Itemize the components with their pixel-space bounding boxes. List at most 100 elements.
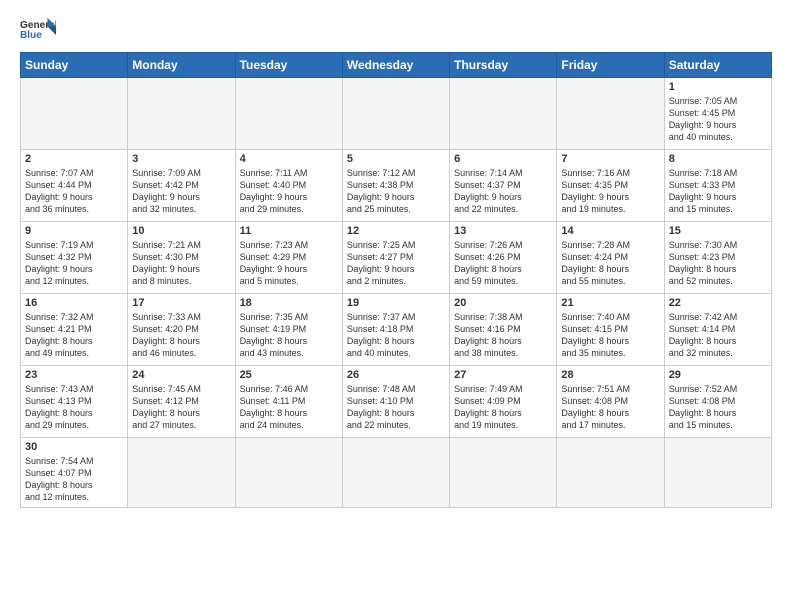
day-info: Sunrise: 7:43 AM Sunset: 4:13 PM Dayligh… <box>25 383 123 432</box>
calendar-week-row: 1Sunrise: 7:05 AM Sunset: 4:45 PM Daylig… <box>21 78 772 150</box>
day-info: Sunrise: 7:40 AM Sunset: 4:15 PM Dayligh… <box>561 311 659 360</box>
day-number: 9 <box>25 225 123 237</box>
day-number: 27 <box>454 369 552 381</box>
calendar-cell: 3 Sunrise: 7:09 AM Sunset: 4:42 PM Daylig… <box>128 150 235 222</box>
col-header-sunday: Sunday <box>21 53 128 78</box>
calendar-cell: 20 Sunrise: 7:38 AM Sunset: 4:16 PM Dayli… <box>450 294 557 366</box>
day-number: 7 <box>561 153 659 165</box>
day-number: 22 <box>669 297 767 309</box>
calendar-cell: 11 Sunrise: 7:23 AM Sunset: 4:29 PM Dayli… <box>235 222 342 294</box>
calendar-week-row: 30 Sunrise: 7:54 AM Sunset: 4:07 PM Dayli… <box>21 438 772 508</box>
day-number: 17 <box>132 297 230 309</box>
calendar-cell: 24 Sunrise: 7:45 AM Sunset: 4:12 PM Dayli… <box>128 366 235 438</box>
col-header-saturday: Saturday <box>664 53 771 78</box>
day-info: Sunrise: 7:28 AM Sunset: 4:24 PM Dayligh… <box>561 239 659 288</box>
day-number: 12 <box>347 225 445 237</box>
day-number: 20 <box>454 297 552 309</box>
day-number: 19 <box>347 297 445 309</box>
calendar-cell <box>21 78 128 150</box>
day-number: 21 <box>561 297 659 309</box>
calendar-cell: 5Sunrise: 7:12 AM Sunset: 4:38 PM Daylig… <box>342 150 449 222</box>
calendar-cell <box>557 78 664 150</box>
day-number: 13 <box>454 225 552 237</box>
day-info: Sunrise: 7:23 AM Sunset: 4:29 PM Dayligh… <box>240 239 338 288</box>
day-info: Sunrise: 7:32 AM Sunset: 4:21 PM Dayligh… <box>25 311 123 360</box>
col-header-wednesday: Wednesday <box>342 53 449 78</box>
day-number: 24 <box>132 369 230 381</box>
day-number: 3 <box>132 153 230 165</box>
calendar-cell <box>342 438 449 508</box>
col-header-thursday: Thursday <box>450 53 557 78</box>
day-number: 8 <box>669 153 767 165</box>
calendar-cell: 13 Sunrise: 7:26 AM Sunset: 4:26 PM Dayli… <box>450 222 557 294</box>
col-header-monday: Monday <box>128 53 235 78</box>
day-number: 30 <box>25 441 123 453</box>
calendar-cell: 7 Sunrise: 7:16 AM Sunset: 4:35 PM Daylig… <box>557 150 664 222</box>
calendar-cell <box>450 438 557 508</box>
day-number: 26 <box>347 369 445 381</box>
day-info: Sunrise: 7:21 AM Sunset: 4:30 PM Dayligh… <box>132 239 230 288</box>
day-info: Sunrise: 7:09 AM Sunset: 4:42 PM Dayligh… <box>132 167 230 216</box>
calendar-cell <box>664 438 771 508</box>
day-number: 5 <box>347 153 445 165</box>
day-number: 28 <box>561 369 659 381</box>
calendar-cell <box>128 438 235 508</box>
day-info: Sunrise: 7:42 AM Sunset: 4:14 PM Dayligh… <box>669 311 767 360</box>
calendar-cell: 27 Sunrise: 7:49 AM Sunset: 4:09 PM Dayli… <box>450 366 557 438</box>
day-number: 4 <box>240 153 338 165</box>
day-info: Sunrise: 7:38 AM Sunset: 4:16 PM Dayligh… <box>454 311 552 360</box>
col-header-tuesday: Tuesday <box>235 53 342 78</box>
calendar-header-row: SundayMondayTuesdayWednesdayThursdayFrid… <box>21 53 772 78</box>
day-number: 2 <box>25 153 123 165</box>
logo: General Blue <box>20 16 56 44</box>
day-info: Sunrise: 7:54 AM Sunset: 4:07 PM Dayligh… <box>25 455 123 504</box>
calendar-cell: 29Sunrise: 7:52 AM Sunset: 4:08 PM Dayli… <box>664 366 771 438</box>
day-number: 1 <box>669 81 767 93</box>
calendar-cell: 30 Sunrise: 7:54 AM Sunset: 4:07 PM Dayli… <box>21 438 128 508</box>
calendar-table: SundayMondayTuesdayWednesdayThursdayFrid… <box>20 52 772 508</box>
day-number: 18 <box>240 297 338 309</box>
calendar-week-row: 2Sunrise: 7:07 AM Sunset: 4:44 PM Daylig… <box>21 150 772 222</box>
calendar-cell <box>342 78 449 150</box>
calendar-cell <box>235 438 342 508</box>
calendar-cell: 19Sunrise: 7:37 AM Sunset: 4:18 PM Dayli… <box>342 294 449 366</box>
day-info: Sunrise: 7:19 AM Sunset: 4:32 PM Dayligh… <box>25 239 123 288</box>
day-info: Sunrise: 7:49 AM Sunset: 4:09 PM Dayligh… <box>454 383 552 432</box>
calendar-cell: 6Sunrise: 7:14 AM Sunset: 4:37 PM Daylig… <box>450 150 557 222</box>
day-number: 10 <box>132 225 230 237</box>
day-info: Sunrise: 7:16 AM Sunset: 4:35 PM Dayligh… <box>561 167 659 216</box>
calendar-cell: 12 Sunrise: 7:25 AM Sunset: 4:27 PM Dayli… <box>342 222 449 294</box>
calendar-cell <box>235 78 342 150</box>
calendar-cell: 9 Sunrise: 7:19 AM Sunset: 4:32 PM Daylig… <box>21 222 128 294</box>
day-info: Sunrise: 7:30 AM Sunset: 4:23 PM Dayligh… <box>669 239 767 288</box>
svg-text:Blue: Blue <box>20 30 42 41</box>
day-info: Sunrise: 7:45 AM Sunset: 4:12 PM Dayligh… <box>132 383 230 432</box>
calendar-cell: 18Sunrise: 7:35 AM Sunset: 4:19 PM Dayli… <box>235 294 342 366</box>
calendar-cell: 16 Sunrise: 7:32 AM Sunset: 4:21 PM Dayli… <box>21 294 128 366</box>
day-number: 25 <box>240 369 338 381</box>
calendar-cell: 26Sunrise: 7:48 AM Sunset: 4:10 PM Dayli… <box>342 366 449 438</box>
calendar-cell: 17Sunrise: 7:33 AM Sunset: 4:20 PM Dayli… <box>128 294 235 366</box>
calendar-cell <box>128 78 235 150</box>
calendar-cell: 23Sunrise: 7:43 AM Sunset: 4:13 PM Dayli… <box>21 366 128 438</box>
calendar-cell: 25Sunrise: 7:46 AM Sunset: 4:11 PM Dayli… <box>235 366 342 438</box>
calendar-cell: 10 Sunrise: 7:21 AM Sunset: 4:30 PM Dayli… <box>128 222 235 294</box>
day-info: Sunrise: 7:11 AM Sunset: 4:40 PM Dayligh… <box>240 167 338 216</box>
col-header-friday: Friday <box>557 53 664 78</box>
day-info: Sunrise: 7:26 AM Sunset: 4:26 PM Dayligh… <box>454 239 552 288</box>
header: General Blue <box>20 16 772 44</box>
day-info: Sunrise: 7:51 AM Sunset: 4:08 PM Dayligh… <box>561 383 659 432</box>
day-number: 15 <box>669 225 767 237</box>
calendar-cell: 1Sunrise: 7:05 AM Sunset: 4:45 PM Daylig… <box>664 78 771 150</box>
calendar-cell: 14 Sunrise: 7:28 AM Sunset: 4:24 PM Dayli… <box>557 222 664 294</box>
day-info: Sunrise: 7:25 AM Sunset: 4:27 PM Dayligh… <box>347 239 445 288</box>
day-number: 16 <box>25 297 123 309</box>
calendar-cell: 8 Sunrise: 7:18 AM Sunset: 4:33 PM Daylig… <box>664 150 771 222</box>
day-number: 6 <box>454 153 552 165</box>
calendar-cell: 4 Sunrise: 7:11 AM Sunset: 4:40 PM Daylig… <box>235 150 342 222</box>
calendar-cell: 28 Sunrise: 7:51 AM Sunset: 4:08 PM Dayli… <box>557 366 664 438</box>
day-number: 11 <box>240 225 338 237</box>
day-number: 14 <box>561 225 659 237</box>
calendar-cell: 22 Sunrise: 7:42 AM Sunset: 4:14 PM Dayli… <box>664 294 771 366</box>
day-info: Sunrise: 7:18 AM Sunset: 4:33 PM Dayligh… <box>669 167 767 216</box>
